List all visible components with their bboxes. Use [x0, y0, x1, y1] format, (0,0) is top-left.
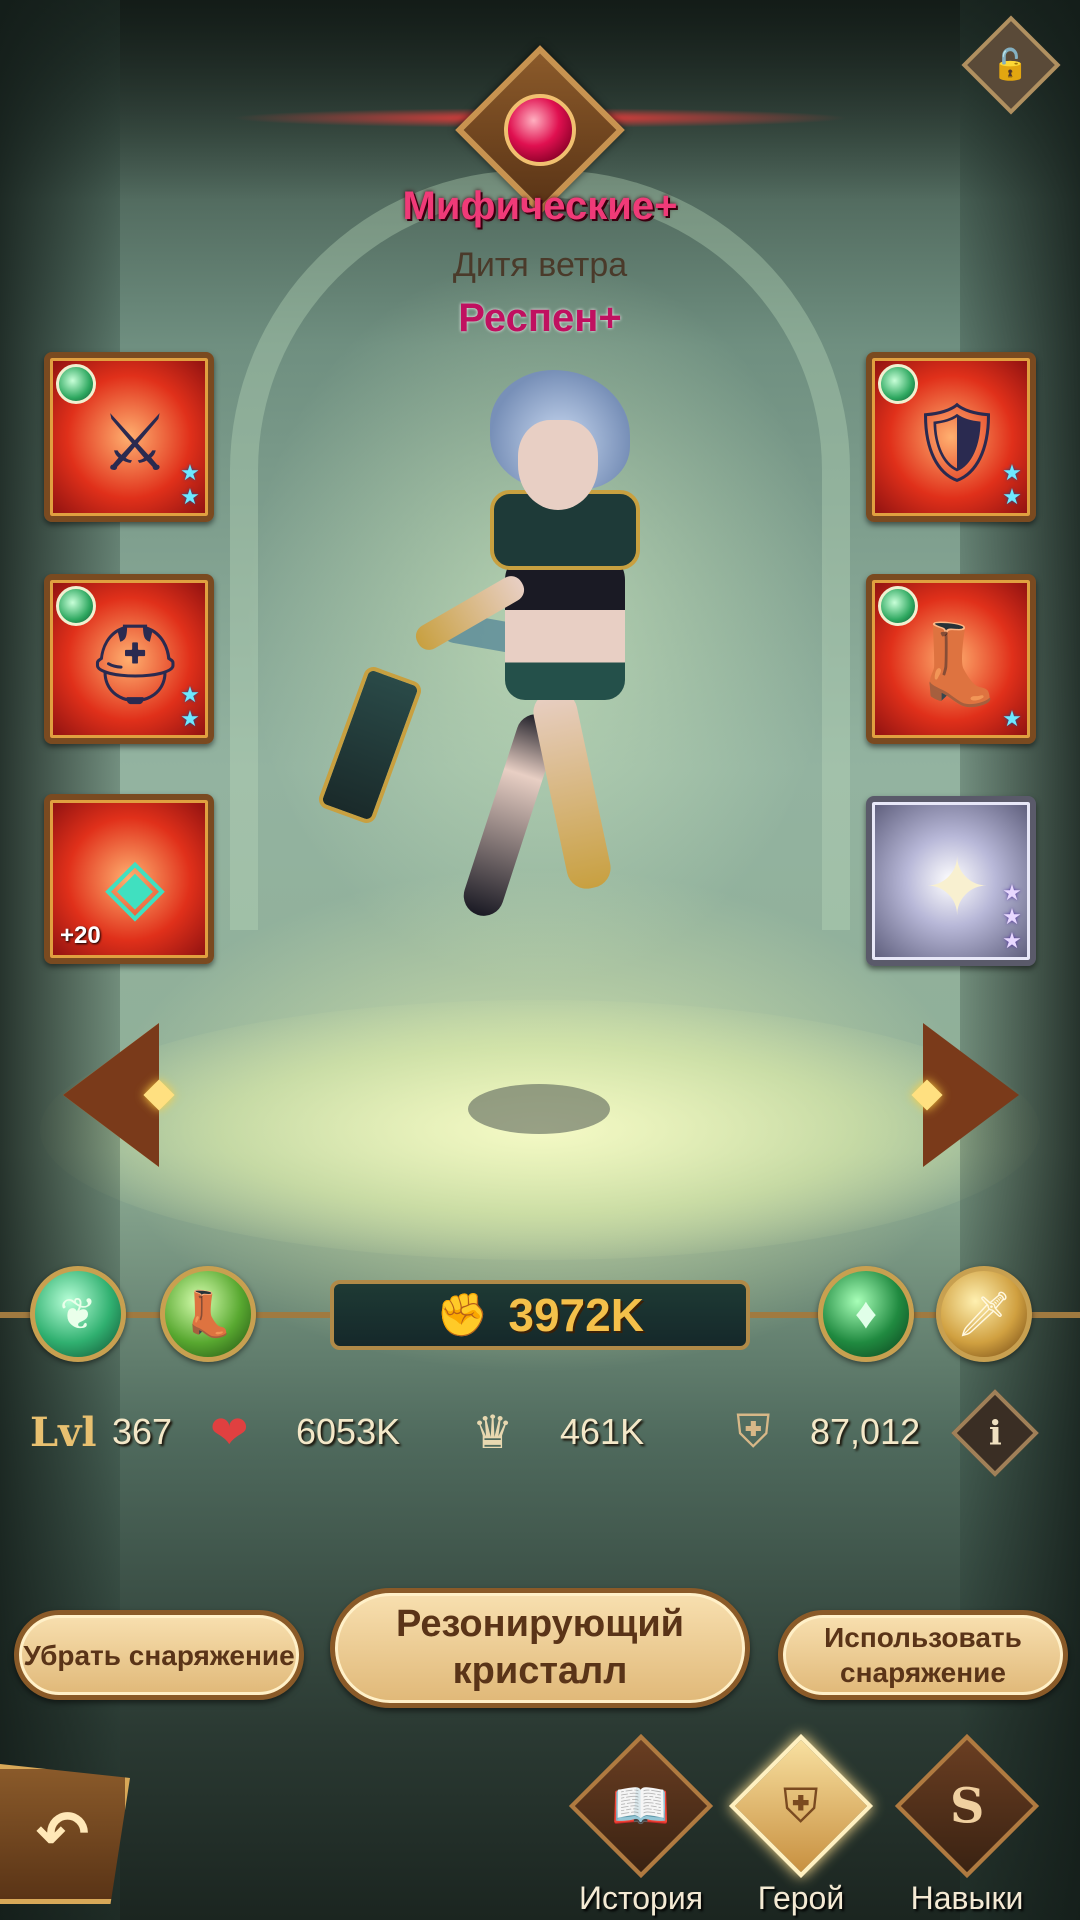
back-button[interactable]: ↶ — [0, 1764, 130, 1904]
furniture-slot[interactable]: ✦ ★ ★ ★ — [866, 796, 1036, 966]
tab-skills[interactable]: S Навыки — [892, 1733, 1042, 1920]
hero-face — [518, 420, 598, 510]
boots-icon: 👢 — [908, 620, 1006, 708]
helmet-icon: ⛑ — [85, 620, 185, 708]
item-stars: ★ ★ — [1002, 460, 1022, 509]
book-icon: 📖 — [611, 1778, 671, 1833]
tab-story-label: История — [578, 1880, 704, 1916]
armor-icon: ⛨ — [783, 1778, 819, 1832]
boots-slot[interactable]: 👢 ★ — [866, 574, 1036, 744]
attack-icon: ♛ — [472, 1406, 514, 1458]
faction-wilder-icon[interactable]: ❦ — [30, 1266, 126, 1362]
tab-story[interactable]: 📖 История — [566, 1733, 716, 1920]
spear-icon: ⚔ — [100, 398, 170, 487]
chest-armor-icon: 🛡 — [907, 398, 1007, 486]
hero-badge: ⛨ — [728, 1733, 874, 1879]
hero-epithet: Дитя ветра — [452, 246, 628, 284]
item-stars: ★ ★ — [180, 682, 200, 731]
sword-icon[interactable]: 🗡 — [936, 1266, 1032, 1362]
rarity-label: Мифические+ — [402, 184, 678, 228]
armor-slot[interactable]: 🛡 ★ ★ — [866, 352, 1036, 522]
tab-hero[interactable]: ⛨ Герой — [726, 1733, 876, 1920]
boot-icon[interactable]: 👢 — [160, 1266, 256, 1362]
item-stars: ★ ★ ★ — [1002, 880, 1022, 953]
skill-s-icon: S — [949, 1777, 985, 1835]
level-value: 367 — [112, 1411, 173, 1452]
info-icon: i — [988, 1412, 1002, 1453]
signature-level: +20 — [60, 922, 101, 949]
fist-icon: ✊ — [436, 1290, 489, 1338]
tab-skills-label: Навыки — [910, 1880, 1024, 1916]
unlock-icon: 🔓 — [992, 48, 1030, 82]
dagger-class-icon[interactable]: ♦ — [818, 1266, 914, 1362]
remove-gear-button[interactable]: Убрать снаряжение — [14, 1610, 304, 1700]
story-badge: 📖 — [568, 1733, 714, 1879]
item-stars: ★ ★ — [180, 460, 200, 509]
shield-icon: ⛨ — [736, 1405, 771, 1457]
hero-leg — [529, 687, 615, 893]
resonating-crystal-button[interactable]: Резонирующий кристалл — [330, 1588, 750, 1708]
mythic-gem-icon — [504, 94, 576, 166]
signature-item-slot[interactable]: ◈ +20 — [44, 794, 214, 964]
stats-row: Lvl 367 ❤ 6053K ♛ 461K ⛨ 87,012 — [0, 1392, 1080, 1472]
power-plate: ✊ 3972K — [330, 1280, 750, 1350]
power-value: 3972K — [508, 1289, 644, 1341]
attack-value: 461K — [560, 1411, 645, 1452]
helmet-slot[interactable]: ⛑ ★ ★ — [44, 574, 214, 744]
hero-name: Респен+ — [458, 296, 622, 340]
next-hero-button[interactable] — [911, 1020, 1026, 1170]
hero-shadow — [468, 1084, 610, 1134]
previous-hero-button[interactable] — [56, 1020, 175, 1170]
hero-portrait[interactable] — [316, 370, 700, 990]
defense-value: 87,012 — [810, 1411, 921, 1452]
item-stars: ★ — [1002, 706, 1022, 731]
hp-value: 6053K — [296, 1411, 401, 1452]
weapon-slot[interactable]: ⚔ ★ ★ — [44, 352, 214, 522]
use-gear-button[interactable]: Использовать снаряжение — [778, 1610, 1068, 1700]
skills-badge: S — [894, 1733, 1040, 1879]
back-arrow-icon: ↶ — [35, 1797, 90, 1870]
level-icon: Lvl — [30, 1408, 97, 1456]
heart-icon: ❤ — [210, 1406, 249, 1458]
tab-hero-label: Герой — [757, 1880, 845, 1916]
star-crest-icon: ✦ — [924, 842, 990, 931]
hero-torso — [505, 550, 625, 700]
